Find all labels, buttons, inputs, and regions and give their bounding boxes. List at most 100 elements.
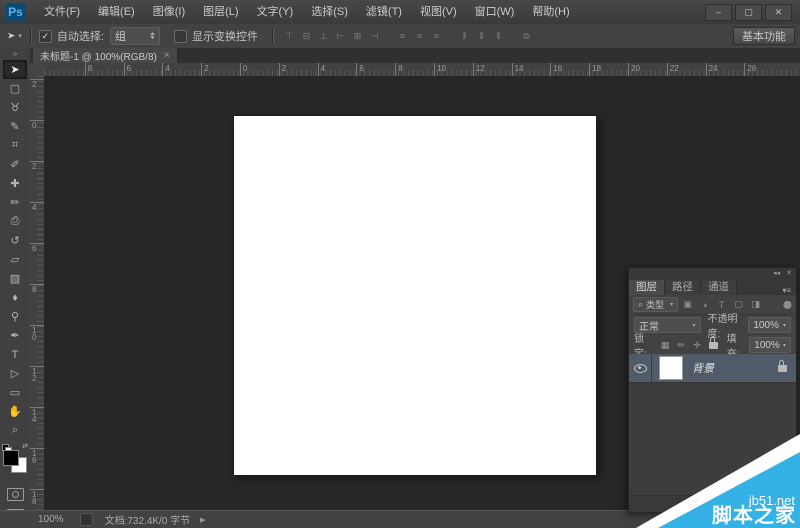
- tools-collapse-icon[interactable]: »: [13, 48, 17, 60]
- menu-edit[interactable]: 编辑(E): [89, 1, 144, 24]
- layer-list: 背景: [629, 354, 796, 496]
- menu-image[interactable]: 图像(I): [144, 1, 194, 24]
- auto-align-layers-icon[interactable]: ⧉: [519, 29, 534, 43]
- visibility-cell[interactable]: [629, 354, 652, 382]
- maximize-button[interactable]: ▢: [735, 3, 762, 21]
- collapse-panel-icon[interactable]: ◂◂: [773, 270, 780, 277]
- quick-selection-tool[interactable]: ✎: [3, 117, 27, 136]
- menu-file[interactable]: 文件(F): [35, 1, 89, 24]
- dodge-tool[interactable]: ⚲: [3, 307, 27, 326]
- close-button[interactable]: ✕: [765, 3, 792, 21]
- align-top-edges-icon[interactable]: ⊤: [282, 29, 297, 43]
- layer-name: 背景: [692, 363, 714, 375]
- rectangle-tool[interactable]: ▭: [3, 383, 27, 402]
- filter-kind-dropdown[interactable]: ⌕ 类型 ▾: [633, 297, 679, 312]
- panel-menu-icon[interactable]: ▾≡: [782, 286, 796, 295]
- opacity-value: 100%: [753, 319, 779, 331]
- distribute-top-edges-icon[interactable]: ≡: [395, 29, 410, 43]
- ruler-tick: [395, 63, 397, 76]
- history-brush-tool[interactable]: ↺: [3, 231, 27, 250]
- auto-select-checkbox[interactable]: ✓: [38, 29, 52, 43]
- eraser-tool[interactable]: ▱: [3, 250, 27, 269]
- menu-help[interactable]: 帮助(H): [523, 1, 578, 24]
- blur-tool-icon: ♦: [12, 291, 18, 304]
- menu-filter[interactable]: 滤镜(T): [357, 1, 411, 24]
- align-vertical-centers-icon[interactable]: ⊟: [299, 29, 314, 43]
- ruler-label: 8: [398, 64, 403, 73]
- menu-select[interactable]: 选择(S): [302, 1, 357, 24]
- gradient-tool[interactable]: ▨: [3, 269, 27, 288]
- ruler-tick: [317, 63, 319, 76]
- lock-position-icon[interactable]: ✛: [691, 339, 704, 352]
- tab-close-icon[interactable]: ×: [164, 50, 170, 61]
- quick-selection-tool-icon: ✎: [10, 121, 20, 133]
- link-layers-icon[interactable]: ∞: [702, 500, 708, 509]
- workspace-switcher-button[interactable]: 基本功能: [733, 27, 795, 45]
- foreground-color-swatch[interactable]: [3, 450, 19, 466]
- color-swatches: ⇄: [2, 442, 28, 480]
- crop-tool[interactable]: ⌗: [3, 136, 27, 155]
- opacity-dropdown[interactable]: 100% ▾: [748, 317, 791, 333]
- status-popup-arrow-icon[interactable]: ▶: [200, 516, 205, 524]
- document-tab[interactable]: 未标题-1 @ 100%(RGB/8) ×: [33, 48, 178, 63]
- tab-layers[interactable]: 图层: [629, 280, 665, 295]
- distribute-bottom-edges-icon[interactable]: ≡: [429, 29, 444, 43]
- panel-close-icon[interactable]: ✕: [786, 270, 792, 277]
- path-selection-tool[interactable]: ▷: [3, 364, 27, 383]
- lock-transparent-pixels-icon[interactable]: ▦: [659, 339, 672, 352]
- quick-mask-mode-icon[interactable]: [6, 488, 24, 501]
- blur-tool[interactable]: ♦: [3, 288, 27, 307]
- menu-window[interactable]: 窗口(W): [466, 1, 524, 24]
- menu-layer[interactable]: 图层(L): [194, 1, 247, 24]
- horizontal-type-tool[interactable]: T: [3, 345, 27, 364]
- lock-row: 锁定: ▦✏✛ 填充: 100% ▾: [629, 334, 796, 360]
- distribute-horizontal-centers-icon[interactable]: ⫴: [474, 29, 489, 43]
- preset-caret-icon[interactable]: ▾: [18, 32, 22, 40]
- tab-paths[interactable]: 路径: [665, 280, 701, 295]
- filter-toggle-icon[interactable]: ⬤: [783, 300, 792, 309]
- clone-stamp-tool[interactable]: ⎙: [3, 212, 27, 231]
- lasso-tool[interactable]: ♉: [3, 98, 27, 117]
- lock-image-pixels-icon[interactable]: ✏: [675, 339, 688, 352]
- document-size-info: 文档:732.4K/0 字节: [104, 516, 191, 527]
- align-bottom-edges-icon[interactable]: ⊥: [316, 29, 331, 43]
- ruler-origin-corner[interactable]: [30, 63, 45, 77]
- tab-channels[interactable]: 通道: [701, 280, 737, 295]
- menu-view[interactable]: 视图(V): [411, 1, 466, 24]
- zoom-tool[interactable]: ⌕: [3, 421, 27, 440]
- filter-pixel-layers-icon[interactable]: ▣: [680, 298, 695, 311]
- align-horizontal-centers-icon[interactable]: ⊞: [350, 29, 365, 43]
- ruler-label: 6: [126, 64, 132, 73]
- filter-smart-objects-icon[interactable]: ◨: [748, 298, 763, 311]
- horizontal-ruler[interactable]: 8 6 4 2 0 2 4 6 8 10 12 14 16 18 20 22 24 26: [44, 63, 800, 77]
- layers-panel: ◂◂ ✕ 图层 路径 通道 ▾≡ ⌕ 类型 ▾ ▣ ◑ T ▢ ◨ ⬤ 正常 ▾ 不透明度: …: [628, 267, 797, 513]
- layer-thumbnail[interactable]: [659, 356, 683, 380]
- pen-tool[interactable]: ✒: [3, 326, 27, 345]
- eyedropper-tool[interactable]: ✐: [3, 155, 27, 174]
- menu-type[interactable]: 文字(Y): [248, 1, 303, 24]
- vertical-ruler[interactable]: 2 0 2 4 6 8 1 0 1 2 1 4 1 6 1 8: [30, 76, 45, 511]
- move-tool[interactable]: ➤: [3, 60, 27, 79]
- align-left-edges-icon[interactable]: ⊢: [333, 29, 348, 43]
- distribute-left-edges-icon[interactable]: ⫴: [457, 29, 472, 43]
- brush-tool[interactable]: ✏: [3, 193, 27, 212]
- document-canvas[interactable]: [233, 115, 597, 476]
- move-tool-preset-icon[interactable]: ➤: [7, 31, 15, 41]
- distribute-right-edges-icon[interactable]: ⫴: [491, 29, 506, 43]
- zoom-level-field[interactable]: 100%: [38, 514, 64, 525]
- move-tool-icon: ➤: [10, 64, 20, 76]
- rectangular-marquee-tool[interactable]: ▢: [3, 79, 27, 98]
- minimize-button[interactable]: –: [705, 3, 732, 21]
- fill-dropdown[interactable]: 100% ▾: [749, 337, 791, 353]
- hand-tool[interactable]: ✋: [3, 402, 27, 421]
- ruler-label: 12: [475, 64, 485, 73]
- spot-healing-brush-tool[interactable]: ✚: [3, 174, 27, 193]
- show-transform-checkbox[interactable]: [173, 29, 187, 43]
- ruler-tick: [472, 63, 474, 76]
- swap-colors-icon[interactable]: ⇄: [22, 442, 28, 450]
- align-right-edges-icon[interactable]: ⊣: [367, 29, 382, 43]
- lock-all-icon[interactable]: [707, 336, 720, 352]
- layer-row-background[interactable]: 背景: [629, 354, 796, 383]
- distribute-vertical-centers-icon[interactable]: ≡: [412, 29, 427, 43]
- auto-select-dropdown[interactable]: 组 ▲ ▼: [109, 27, 160, 45]
